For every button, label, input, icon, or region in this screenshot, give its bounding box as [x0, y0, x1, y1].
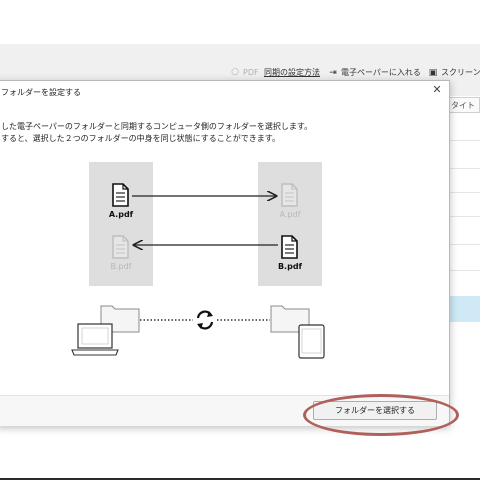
document-icon	[112, 235, 129, 259]
document-icon	[281, 235, 298, 259]
laptop-icon	[71, 323, 119, 356]
left-file-b-label: B.pdf	[110, 262, 132, 271]
right-file-b-label: B.pdf	[277, 262, 303, 271]
select-folder-button[interactable]: フォルダーを選択する	[313, 401, 437, 420]
digital-paper-icon	[298, 324, 325, 359]
right-file-a-label: A.pdf	[279, 210, 301, 219]
sync-icon	[196, 310, 214, 330]
document-icon	[112, 183, 129, 207]
document-icon	[281, 183, 298, 207]
left-file-a-label: A.pdf	[108, 210, 134, 219]
